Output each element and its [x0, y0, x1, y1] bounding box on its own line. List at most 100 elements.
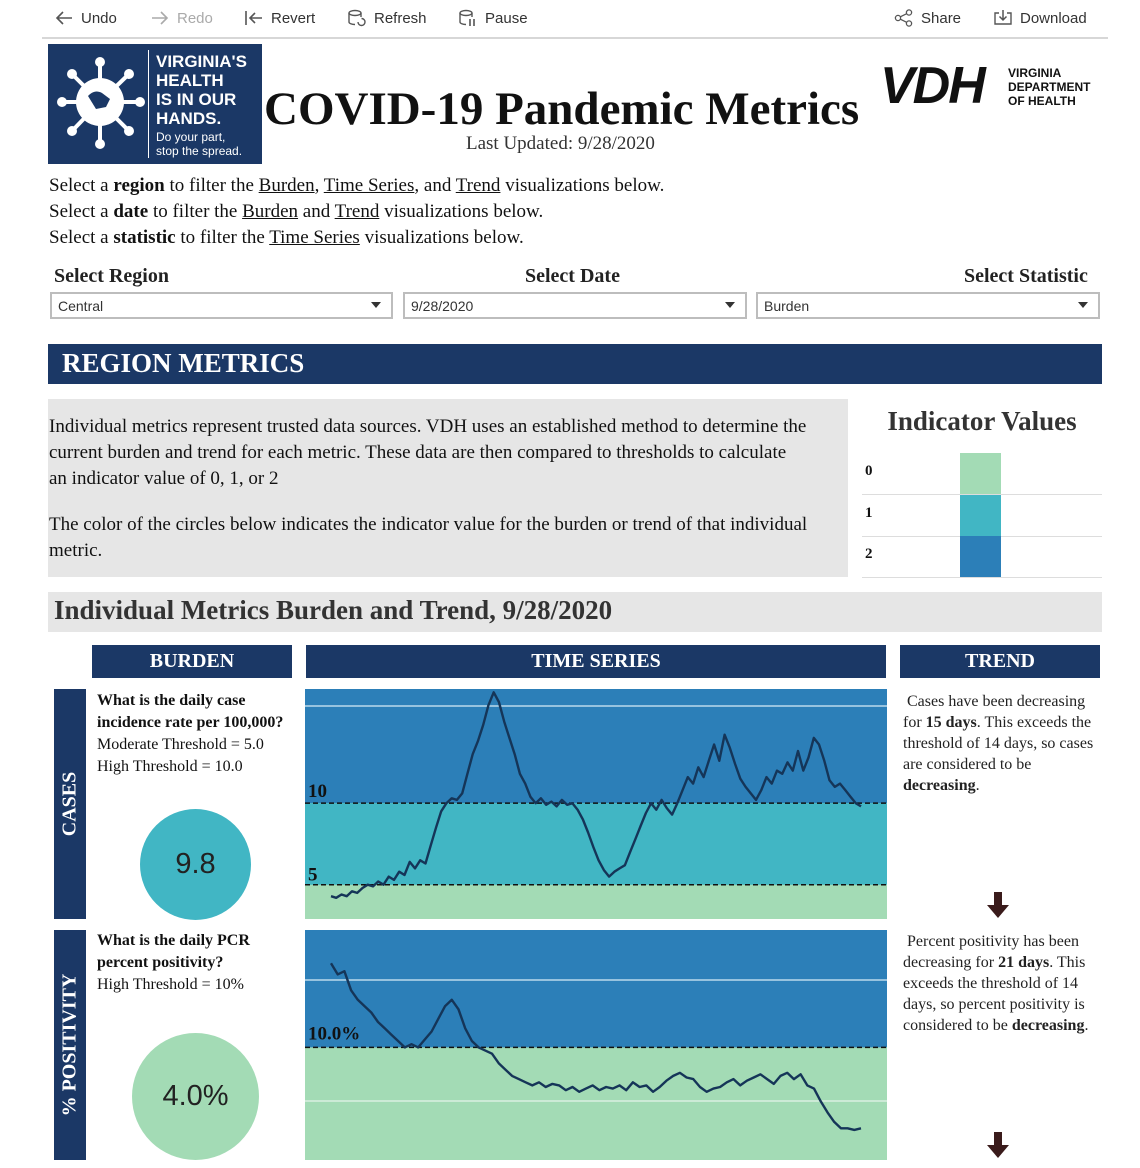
- region-filter-label: Select Region: [54, 265, 169, 287]
- moderate-threshold-tick: 5: [308, 865, 318, 886]
- date-filter-label: Select Date: [525, 265, 620, 287]
- vdh-letters: VDH: [880, 57, 986, 115]
- revert-icon: [245, 11, 262, 25]
- logo-sub-line: stop the spread.: [156, 144, 243, 158]
- logo-divider: [148, 50, 149, 158]
- download-icon: [994, 10, 1012, 25]
- pause-database-icon: [459, 9, 475, 26]
- region-metrics-banner: REGION METRICS: [48, 344, 1102, 384]
- virus-hand-icon: [57, 57, 145, 149]
- logo-subtext: Do your part, stop the spread.: [156, 130, 242, 158]
- moderate-zone: [305, 803, 887, 885]
- vdh-line: OF HEALTH: [1008, 94, 1076, 108]
- trend-link[interactable]: Trend: [456, 175, 501, 196]
- individual-metrics-heading: Individual Metrics Burden and Trend, 9/2…: [48, 592, 1102, 632]
- instruction-line: Select a region to filter the Burden, Ti…: [49, 175, 665, 196]
- cases-high-threshold: High Threshold = 10.0: [97, 758, 243, 775]
- indicator-label: 0: [865, 463, 873, 479]
- vdh-name: VIRGINIA DEPARTMENT OF HEALTH: [1008, 66, 1090, 108]
- indicator-label: 2: [865, 546, 873, 562]
- last-updated: Last Updated: 9/28/2020: [466, 133, 655, 154]
- description-paragraph: Individual metrics represent trusted dat…: [49, 416, 807, 489]
- positivity-label-text: % POSITIVITY: [58, 973, 81, 1117]
- vdh-line: DEPARTMENT: [1008, 80, 1091, 94]
- cases-burden-value: 9.8: [175, 848, 216, 880]
- indicator-swatch: [960, 495, 1001, 536]
- logo-slogan: VIRGINIA'S HEALTH IS IN OUR HANDS.: [156, 52, 247, 128]
- indicator-swatch: [960, 536, 1001, 577]
- high-threshold-tick: 10.0%: [308, 1023, 360, 1044]
- burden-link[interactable]: Burden: [259, 175, 315, 196]
- vdh-logo: VDH VIRGINIA DEPARTMENT OF HEALTH: [880, 57, 1095, 115]
- positivity-burden-value: 4.0%: [162, 1080, 229, 1112]
- cases-row-label: CASES: [54, 689, 86, 919]
- burden-link[interactable]: Burden: [242, 201, 298, 222]
- positivity-question-block: What is the daily PCR percent positivity…: [97, 930, 287, 996]
- indicator-row: 1: [862, 495, 1102, 537]
- revert-button[interactable]: Revert: [244, 9, 315, 27]
- download-button[interactable]: Download: [993, 9, 1087, 27]
- indicator-values-title: Indicator Values: [887, 406, 1077, 436]
- refresh-label: Refresh: [374, 9, 427, 27]
- share-button[interactable]: Share: [894, 9, 961, 27]
- positivity-burden-circle: 4.0%: [132, 1033, 259, 1160]
- refresh-button[interactable]: Refresh: [347, 9, 427, 27]
- arrow-down-icon: [987, 1132, 1009, 1158]
- positivity-high-threshold: High Threshold = 10%: [97, 976, 244, 993]
- date-select[interactable]: 9/28/2020: [403, 292, 747, 319]
- toolbar: Undo Redo Revert Refresh Pause Share Dow…: [42, 0, 1108, 39]
- share-icon: [894, 9, 913, 27]
- trend-link[interactable]: Trend: [335, 201, 380, 222]
- high-threshold-tick: 10: [308, 781, 327, 802]
- date-select-value: 9/28/2020: [411, 298, 474, 314]
- statistic-filter-label: Select Statistic: [964, 265, 1088, 287]
- time-series-column-header: TIME SERIES: [306, 645, 886, 678]
- cases-trend-text: Cases have been decreasing for 15 days. …: [903, 693, 1094, 794]
- instruction-line: Select a statistic to filter the Time Se…: [49, 227, 524, 248]
- chevron-down-icon: [371, 302, 381, 308]
- logo-line: HANDS.: [156, 109, 222, 128]
- virginia-health-logo: VIRGINIA'S HEALTH IS IN OUR HANDS. Do yo…: [48, 44, 262, 164]
- arrow-down-icon: [987, 892, 1009, 918]
- burden-column-header: BURDEN: [92, 645, 292, 678]
- region-select-value: Central: [58, 298, 104, 314]
- logo-line: IS IN OUR: [156, 90, 237, 109]
- pause-label: Pause: [485, 9, 528, 27]
- cases-question: What is the daily case incidence rate pe…: [97, 692, 284, 731]
- chevron-down-icon: [1078, 302, 1088, 308]
- undo-label: Undo: [81, 9, 117, 27]
- arrow-left-icon: [55, 11, 72, 25]
- cases-moderate-threshold: Moderate Threshold = 5.0: [97, 736, 264, 753]
- instruction-line: Select a date to filter the Burden and T…: [49, 201, 544, 222]
- indicator-row: 2: [862, 536, 1102, 578]
- trend-column-header: TREND: [900, 645, 1100, 678]
- cases-label-text: CASES: [58, 771, 81, 837]
- description-paragraph: The color of the circles below indicates…: [49, 514, 808, 561]
- indicator-row: 0: [862, 453, 1102, 495]
- redo-button[interactable]: Redo: [150, 9, 213, 27]
- download-label: Download: [1020, 9, 1087, 27]
- vdh-line: VIRGINIA: [1008, 66, 1062, 80]
- positivity-time-series-chart: 10.0%: [305, 930, 887, 1160]
- undo-button[interactable]: Undo: [54, 9, 117, 27]
- cases-burden-circle: 9.8: [140, 809, 251, 920]
- pause-button[interactable]: Pause: [458, 9, 528, 27]
- chevron-down-icon: [725, 302, 735, 308]
- cases-question-block: What is the daily case incidence rate pe…: [97, 690, 287, 778]
- logo-line: HEALTH: [156, 71, 224, 90]
- statistic-select[interactable]: Burden: [756, 292, 1100, 319]
- positivity-question: What is the daily PCR percent positivity…: [97, 932, 250, 971]
- redo-label: Redo: [177, 9, 213, 27]
- high-zone: [305, 930, 887, 1048]
- page-title: COVID-19 Pandemic Metrics: [264, 83, 860, 135]
- revert-label: Revert: [271, 9, 316, 27]
- positivity-row-label: % POSITIVITY: [54, 930, 86, 1160]
- cases-time-series-chart: 10 5: [305, 689, 887, 919]
- statistic-select-value: Burden: [764, 298, 810, 314]
- region-metrics-description: Individual metrics represent trusted dat…: [48, 399, 848, 577]
- positivity-trend-text: Percent positivity has been decreasing f…: [903, 933, 1089, 1034]
- region-select[interactable]: Central: [50, 292, 393, 319]
- time-series-link[interactable]: Time Series: [324, 175, 415, 196]
- time-series-link[interactable]: Time Series: [269, 227, 360, 248]
- indicator-label: 1: [865, 505, 873, 521]
